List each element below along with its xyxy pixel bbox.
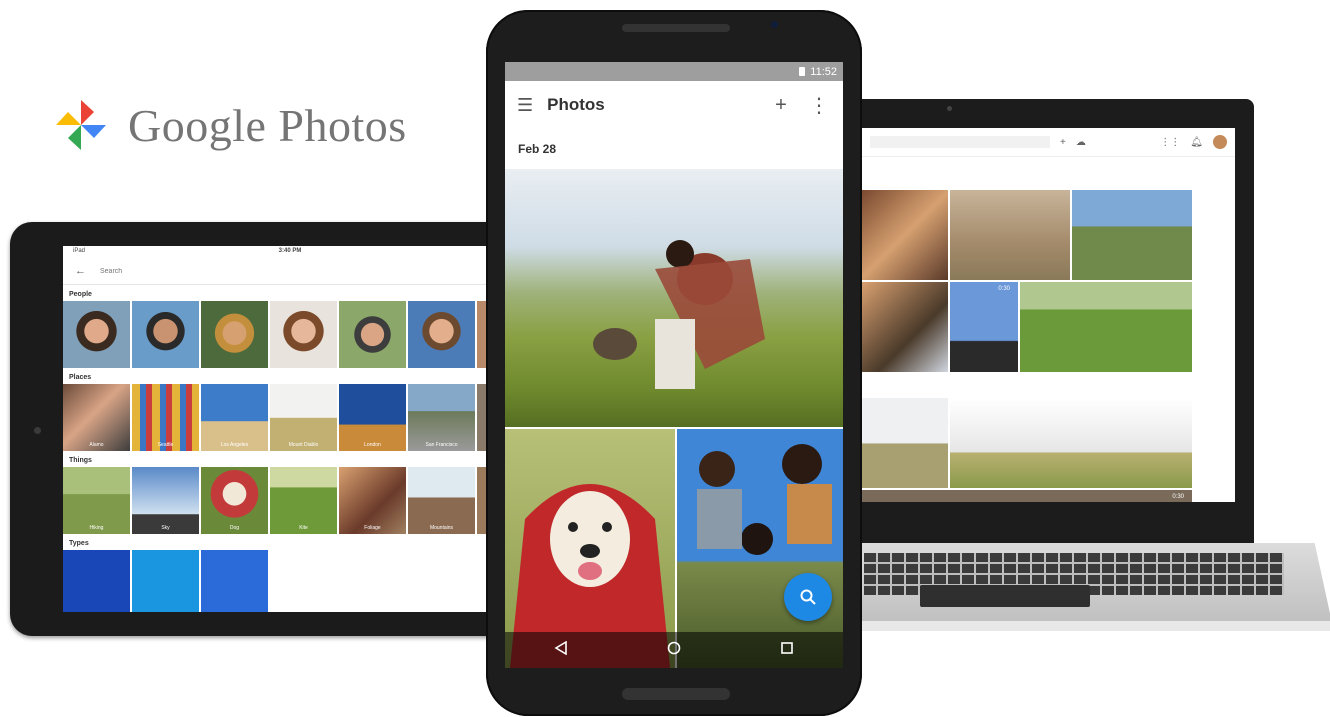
type-thumb-animations[interactable] bbox=[201, 550, 268, 612]
things-row: Hiking Sky Dog Kite Foliage Mountains bbox=[63, 467, 503, 534]
type-thumb-stories[interactable] bbox=[132, 550, 199, 612]
thing-label: Foliage bbox=[364, 525, 381, 531]
upload-cloud-icon[interactable]: ☁ bbox=[1076, 137, 1086, 148]
apps-grid-icon[interactable]: ⋮⋮ bbox=[1160, 137, 1180, 148]
phone-app-bar: ☰ Photos + ⋮ bbox=[505, 81, 843, 129]
tablet-device: iPad 3:40 PM ← People Places Alamo Seatt… bbox=[10, 222, 510, 636]
app-title: Photos bbox=[547, 95, 605, 114]
photo-tile[interactable] bbox=[1072, 190, 1192, 280]
thing-label: Dog bbox=[229, 525, 240, 531]
notifications-icon[interactable]: 🔔︎ bbox=[1190, 137, 1203, 148]
photo-tile[interactable] bbox=[1020, 282, 1192, 372]
tablet-status-bar: iPad 3:40 PM bbox=[63, 246, 503, 258]
laptop-camera bbox=[947, 106, 952, 111]
place-label: San Francisco bbox=[425, 442, 458, 448]
laptop-device: + ☁ ⋮⋮ 🔔︎ 0:30 0:30 bbox=[842, 99, 1254, 543]
plus-icon[interactable]: + bbox=[1060, 137, 1066, 148]
brand-name: Google Photos bbox=[128, 99, 407, 151]
place-label: Los Angeles bbox=[220, 442, 249, 448]
person-thumb[interactable] bbox=[339, 301, 406, 368]
phone-bottom-speaker bbox=[622, 688, 730, 700]
tablet-search-input[interactable] bbox=[100, 267, 300, 275]
video-tile[interactable]: 0:30 bbox=[950, 282, 1018, 372]
laptop-search-bar[interactable] bbox=[870, 136, 1050, 148]
thing-thumb[interactable]: Sky bbox=[132, 467, 199, 534]
section-places: Places bbox=[69, 374, 92, 381]
place-thumb[interactable]: Alamo bbox=[63, 384, 130, 451]
photo-tile[interactable]: 0:30 bbox=[862, 490, 1192, 502]
back-arrow-icon[interactable]: ← bbox=[75, 265, 86, 277]
thing-label: Kite bbox=[299, 525, 308, 531]
section-people: People bbox=[69, 291, 92, 298]
thing-thumb[interactable]: Foliage bbox=[339, 467, 406, 534]
place-thumb[interactable]: Mount Diablo bbox=[270, 384, 337, 451]
place-thumb[interactable]: Los Angeles bbox=[201, 384, 268, 451]
section-types: Types bbox=[69, 540, 89, 547]
laptop-base-edge bbox=[818, 621, 1330, 631]
hamburger-menu-icon[interactable]: ☰ bbox=[517, 95, 533, 116]
section-things: Things bbox=[69, 457, 92, 464]
thing-thumb[interactable]: Kite bbox=[270, 467, 337, 534]
tablet-status-device: iPad bbox=[73, 248, 86, 254]
hero-photo[interactable] bbox=[505, 169, 843, 427]
more-vert-icon[interactable]: ⋮ bbox=[807, 93, 831, 118]
photo-tile[interactable] bbox=[862, 398, 948, 488]
photo-tile[interactable] bbox=[862, 190, 948, 280]
photo-tile[interactable] bbox=[862, 282, 948, 372]
avatar[interactable] bbox=[1213, 135, 1227, 149]
search-icon bbox=[800, 589, 816, 605]
phone-device: 11:52 ☰ Photos + ⋮ Feb 28 bbox=[486, 10, 862, 716]
thing-label: Hiking bbox=[89, 525, 104, 531]
phone-status-time: 11:52 bbox=[810, 65, 837, 78]
place-thumb[interactable]: London bbox=[339, 384, 406, 451]
phone-nav-bar bbox=[505, 632, 843, 668]
type-thumb-videos[interactable] bbox=[63, 550, 130, 612]
place-label: London bbox=[364, 442, 381, 448]
pinwheel-icon bbox=[56, 100, 106, 150]
video-duration: 0:30 bbox=[1172, 494, 1184, 500]
places-row: Alamo Seattle Los Angeles Mount Diablo L… bbox=[63, 384, 503, 451]
thing-thumb[interactable]: Mountains bbox=[408, 467, 475, 534]
person-thumb[interactable] bbox=[63, 301, 130, 368]
phone-status-bar: 11:52 bbox=[505, 62, 843, 81]
person-thumb[interactable] bbox=[132, 301, 199, 368]
thing-label: Mountains bbox=[429, 525, 454, 531]
tablet-status-time: 3:40 PM bbox=[278, 248, 302, 254]
search-fab[interactable] bbox=[784, 573, 832, 621]
touchpad bbox=[920, 585, 1090, 607]
laptop-top-bar: + ☁ ⋮⋮ 🔔︎ bbox=[862, 128, 1235, 157]
brand-header: Google Photos bbox=[52, 96, 407, 154]
types-row bbox=[63, 550, 503, 612]
tablet-search-bar[interactable]: ← bbox=[63, 258, 503, 285]
place-thumb[interactable]: Seattle bbox=[132, 384, 199, 451]
laptop-keyboard-base bbox=[818, 543, 1330, 631]
photo-tile[interactable] bbox=[950, 398, 1192, 488]
thing-thumb[interactable]: Dog bbox=[201, 467, 268, 534]
phone-camera bbox=[771, 21, 778, 28]
video-duration: 0:30 bbox=[998, 286, 1010, 292]
hero-photo-figure bbox=[593, 240, 765, 389]
thing-label: Sky bbox=[161, 525, 170, 531]
person-thumb[interactable] bbox=[408, 301, 475, 368]
tablet-screen: iPad 3:40 PM ← People Places Alamo Seatt… bbox=[63, 246, 503, 612]
place-label: Alamo bbox=[89, 442, 104, 448]
place-label: Mount Diablo bbox=[288, 442, 319, 448]
tablet-camera bbox=[34, 427, 41, 434]
phone-top-speaker bbox=[622, 24, 730, 32]
place-label: Seattle bbox=[157, 442, 174, 448]
people-row bbox=[63, 301, 503, 368]
person-thumb[interactable] bbox=[201, 301, 268, 368]
phone-screen: 11:52 ☰ Photos + ⋮ Feb 28 bbox=[505, 62, 843, 668]
home-icon[interactable] bbox=[654, 641, 694, 660]
battery-icon bbox=[799, 67, 806, 76]
recents-icon[interactable] bbox=[767, 641, 807, 660]
back-icon[interactable] bbox=[541, 640, 581, 660]
thing-thumb[interactable]: Hiking bbox=[63, 467, 130, 534]
person-thumb[interactable] bbox=[270, 301, 337, 368]
laptop-screen: + ☁ ⋮⋮ 🔔︎ 0:30 0:30 bbox=[862, 128, 1235, 502]
place-thumb[interactable]: San Francisco bbox=[408, 384, 475, 451]
plus-icon[interactable]: + bbox=[769, 94, 793, 117]
photo-tile[interactable] bbox=[950, 190, 1070, 280]
date-header: Feb 28 bbox=[518, 142, 557, 156]
